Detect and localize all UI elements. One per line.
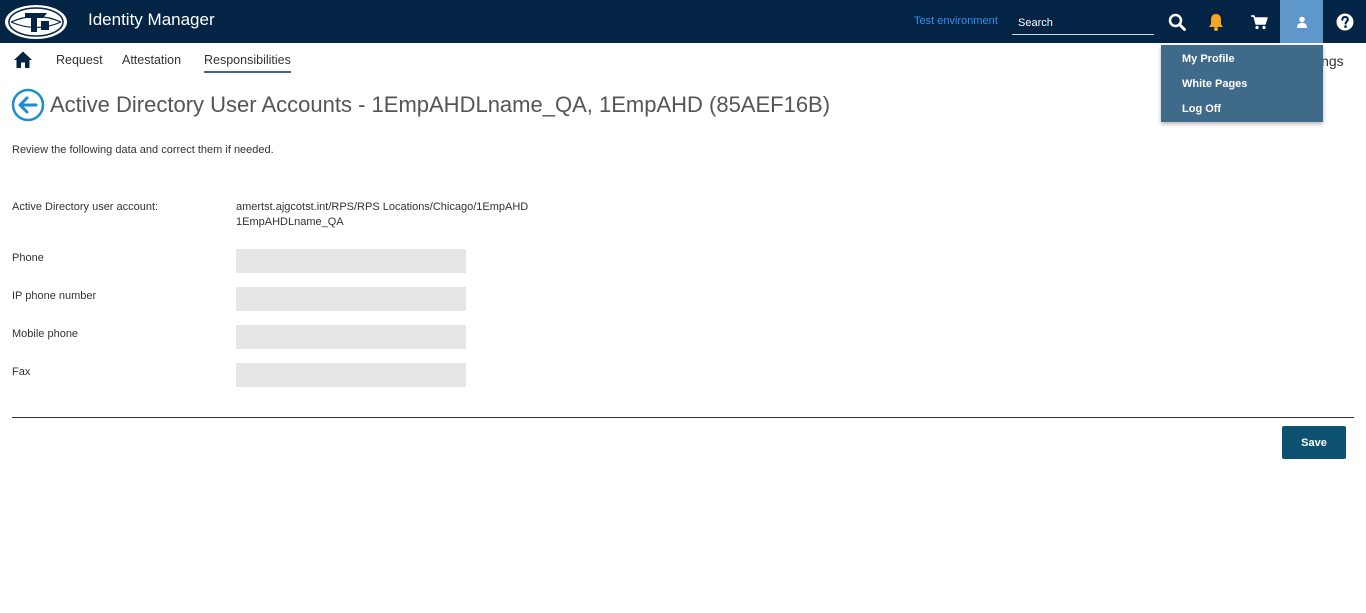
ad-account-name: 1EmpAHDLname_QA [236,216,344,228]
help-button[interactable] [1323,0,1366,43]
mobile-phone-label: Mobile phone [12,328,79,340]
page-title: Active Directory User Accounts - 1EmpAHD… [50,92,831,117]
phone-input[interactable] [236,249,466,273]
fax-label: Fax [12,366,31,378]
menu-item-log-off[interactable]: Log Off [1182,103,1221,115]
cart-icon [1250,14,1268,29]
ip-phone-label: IP phone number [12,290,97,302]
menu-item-white-pages[interactable]: White Pages [1182,78,1247,90]
ip-phone-input[interactable] [236,287,466,311]
home-icon [14,51,32,68]
environment-link[interactable]: Test environment [914,15,998,27]
back-button[interactable] [11,88,45,122]
fax-input[interactable] [236,363,466,387]
user-menu-button[interactable] [1280,0,1323,43]
ad-account-value: amertst.ajgcotst.int/RPS/RPS Locations/C… [236,200,528,230]
home-button[interactable] [13,50,33,70]
nav-responsibilities[interactable]: Responsibilities [204,53,291,73]
bell-icon [1208,13,1223,31]
form-divider [12,417,1354,418]
back-arrow-icon [11,88,45,122]
ad-account-label: Active Directory user account: [12,201,159,213]
user-dropdown-menu: My Profile White Pages Log Off [1161,45,1323,122]
help-icon [1336,13,1353,30]
search-icon [1168,13,1186,31]
company-logo-icon[interactable] [3,3,69,41]
nav-request[interactable]: Request [56,53,103,67]
cart-button[interactable] [1237,0,1280,43]
ad-account-path: amertst.ajgcotst.int/RPS/RPS Locations/C… [236,201,529,213]
nav-attestation[interactable]: Attestation [122,53,181,67]
search-input[interactable] [1012,11,1154,35]
user-icon [1296,16,1307,28]
menu-item-my-profile[interactable]: My Profile [1182,53,1235,65]
search-button[interactable] [1155,0,1198,43]
phone-label: Phone [12,252,44,264]
save-button[interactable]: Save [1282,426,1346,459]
mobile-phone-input[interactable] [236,325,466,349]
app-title[interactable]: Identity Manager [88,10,215,30]
top-header-bar: Identity Manager Test environment [0,0,1366,43]
notifications-button[interactable] [1194,0,1237,43]
intro-text: Review the following data and correct th… [12,144,274,156]
